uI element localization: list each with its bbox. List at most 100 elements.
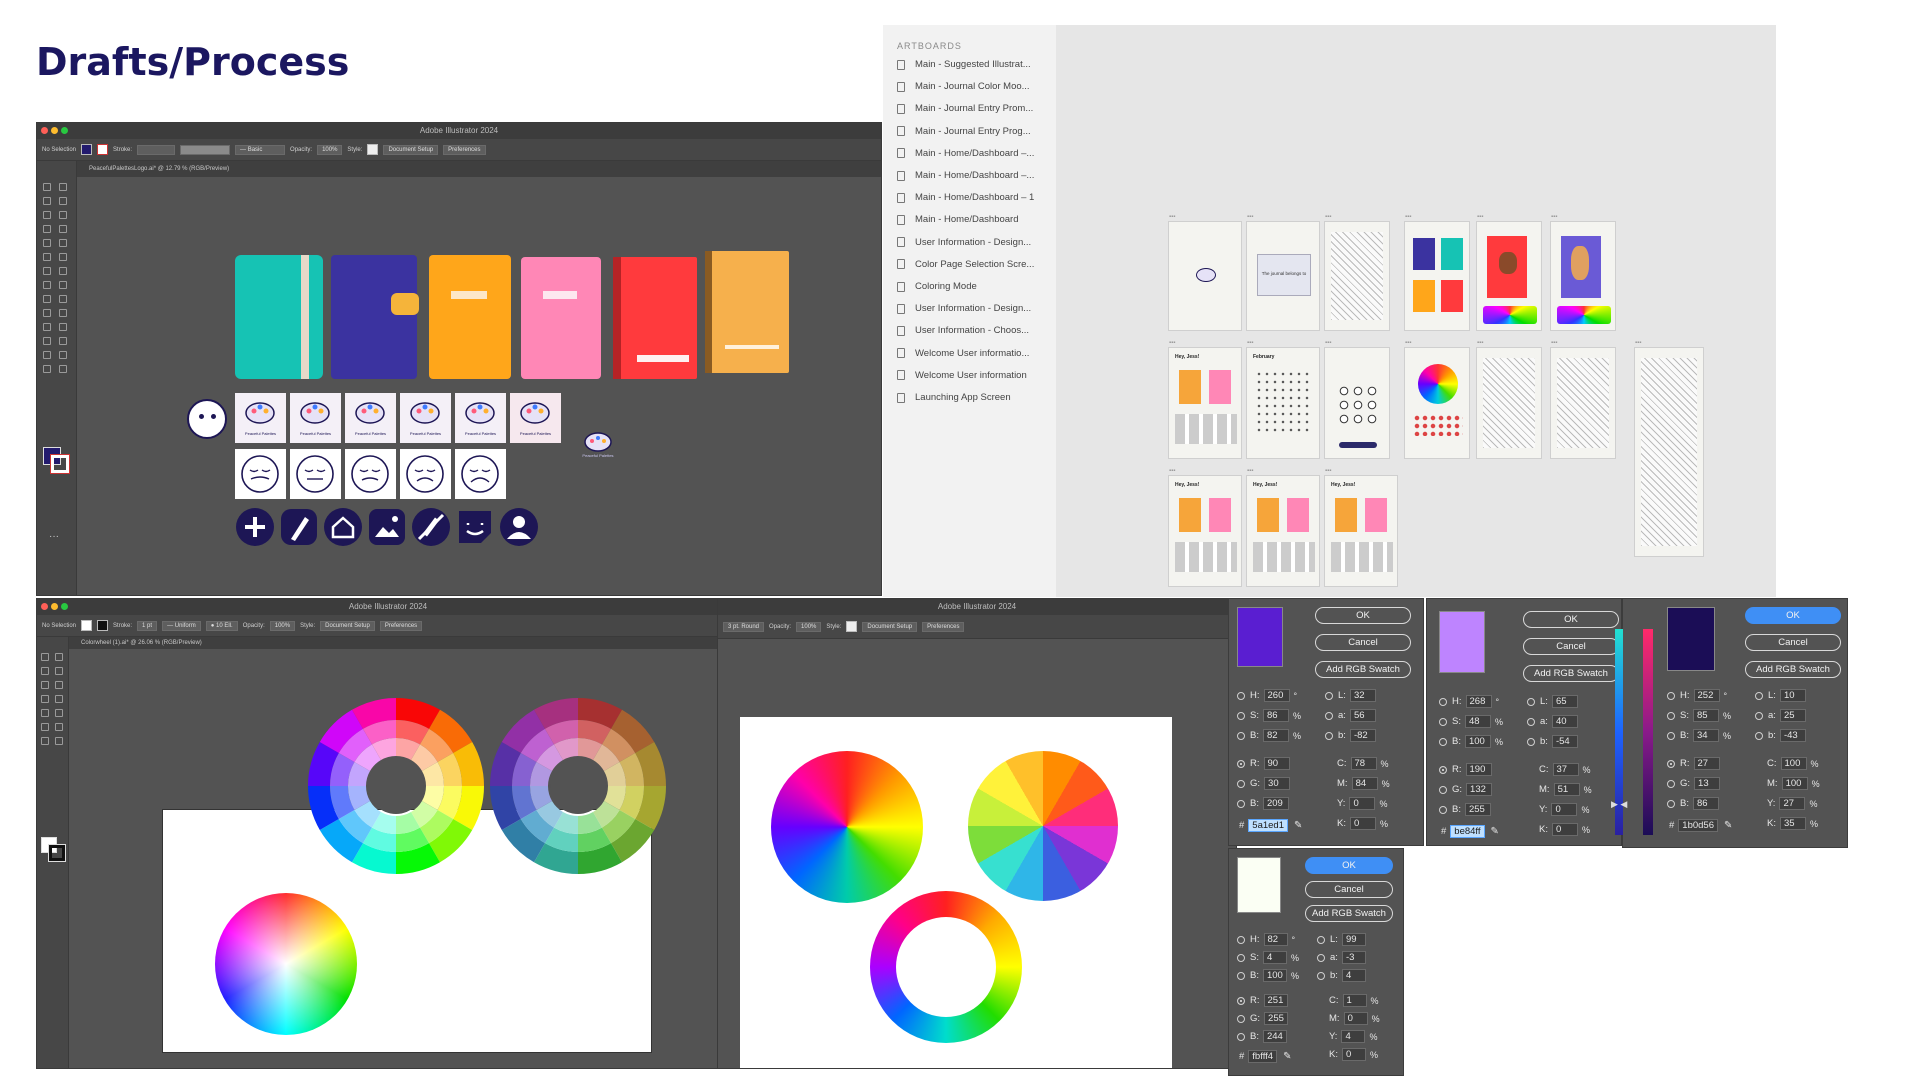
free-transform-tool-icon[interactable]	[59, 281, 67, 289]
artboard-list-item[interactable]: Main - Journal Entry Prom...	[897, 103, 1033, 114]
artboard-thumbnail[interactable]: ▪▪▪	[1324, 214, 1390, 331]
cyan-field[interactable]: C: 37%	[1539, 763, 1591, 776]
eraser-tool-icon[interactable]	[41, 695, 49, 703]
yellow-field[interactable]: Y: 27%	[1767, 797, 1817, 810]
brightness-field[interactable]: B: 100%	[1439, 735, 1503, 748]
selection-tool-icon[interactable]	[43, 183, 51, 191]
fill-swatch[interactable]	[81, 620, 93, 631]
document-setup-button[interactable]: Document Setup	[862, 621, 918, 632]
red-field[interactable]: R: 251	[1237, 994, 1288, 1008]
artboard-list-item[interactable]: Color Page Selection Scre...	[897, 259, 1034, 270]
field-value[interactable]: 99	[1341, 933, 1366, 946]
stroke-brush-field[interactable]: 3 pt. Round	[723, 621, 765, 632]
selection-tool-icon[interactable]	[41, 653, 49, 661]
radio-button[interactable]	[1667, 711, 1675, 720]
rectangle-tool-icon[interactable]	[43, 239, 51, 247]
field-value[interactable]: -3	[1341, 951, 1366, 964]
artboard-tool-icon[interactable]	[43, 351, 51, 359]
close-window-button[interactable]	[41, 603, 48, 610]
add-rgb-swatch-button[interactable]: Add RGB Swatch	[1315, 661, 1411, 678]
lab-b-field[interactable]: b: 4	[1317, 969, 1366, 982]
field-value[interactable]: 0	[1343, 1012, 1368, 1026]
hex-field[interactable]: # be84ff ✎	[1441, 825, 1499, 838]
shape-builder-tool-icon[interactable]	[55, 709, 63, 717]
black-field[interactable]: K: 0%	[1329, 1048, 1378, 1062]
green-field[interactable]: G: 13	[1667, 777, 1721, 790]
stroke-swatch[interactable]	[97, 144, 109, 155]
black-field[interactable]: K: 0%	[1539, 823, 1590, 836]
rectangle-tool-icon[interactable]	[41, 681, 49, 689]
lab-l-field[interactable]: L: 32	[1325, 689, 1376, 702]
zoom-tool-icon[interactable]	[59, 365, 67, 373]
artboard-list-item[interactable]: User Information - Choos...	[897, 325, 1029, 336]
eyedropper-tool-icon[interactable]	[43, 323, 51, 331]
radio-button[interactable]	[1317, 971, 1325, 980]
artboard-list-item[interactable]: User Information - Design...	[897, 303, 1031, 314]
artboard-thumbnail[interactable]: ▪▪▪	[1634, 340, 1704, 557]
add-rgb-swatch-button[interactable]: Add RGB Swatch	[1305, 905, 1393, 922]
artboard-list-item[interactable]: Main - Home/Dashboard – 1	[897, 192, 1034, 203]
brush-field[interactable]: ● 10 Ell.	[205, 620, 238, 631]
artboard-thumbnail[interactable]: ▪▪▪	[1168, 214, 1242, 331]
radio-button[interactable]	[1527, 717, 1535, 726]
field-value[interactable]: 209	[1262, 797, 1289, 810]
radio-button[interactable]	[1237, 731, 1245, 740]
artboard-list-item[interactable]: Main - Suggested Illustrat...	[897, 59, 1031, 70]
curvature-tool-icon[interactable]	[59, 211, 67, 219]
brightness-slider[interactable]	[1643, 629, 1653, 835]
radio-button[interactable]	[1237, 996, 1245, 1005]
column-graph-tool-icon[interactable]	[59, 337, 67, 345]
document-tab[interactable]: Colorwheel (1).ai* @ 26.06 % (RGB/Previe…	[69, 637, 739, 649]
brightness-field[interactable]: B: 82%	[1237, 729, 1301, 742]
rotate-tool-icon[interactable]	[43, 267, 51, 275]
field-value[interactable]: 10	[1779, 689, 1806, 702]
artboard-thumbnail[interactable]: ▪▪▪ Hey, Jess!	[1168, 468, 1242, 587]
eyedropper-icon[interactable]: ✎	[1491, 826, 1499, 837]
blend-tool-icon[interactable]	[59, 323, 67, 331]
radio-button[interactable]	[1439, 717, 1447, 726]
preferences-button[interactable]: Preferences	[922, 621, 965, 632]
lab-l-field[interactable]: L: 10	[1755, 689, 1806, 702]
field-value[interactable]: 51	[1553, 783, 1580, 796]
add-rgb-swatch-button[interactable]: Add RGB Swatch	[1745, 661, 1841, 678]
lab-a-field[interactable]: a: 25	[1755, 709, 1806, 722]
field-value[interactable]: 65	[1551, 695, 1578, 708]
field-value[interactable]: 100	[1780, 757, 1807, 770]
line-tool-icon[interactable]	[59, 225, 67, 233]
radio-button[interactable]	[1237, 1032, 1245, 1041]
document-setup-button[interactable]: Document Setup	[383, 144, 439, 155]
stroke-weight-field[interactable]: 1 pt	[137, 620, 158, 631]
shape-builder-tool-icon[interactable]	[43, 295, 51, 303]
saturation-field[interactable]: S: 48%	[1439, 715, 1503, 728]
artboard-thumbnail[interactable]: ▪▪▪	[1404, 340, 1470, 459]
variable-width-field[interactable]	[180, 144, 231, 155]
direct-selection-tool-icon[interactable]	[55, 653, 63, 661]
hex-field[interactable]: #5a1ed1 ✎	[1239, 819, 1302, 832]
add-rgb-swatch-button[interactable]: Add RGB Swatch	[1523, 665, 1619, 682]
artboard-list-item[interactable]: Main - Journal Color Moo...	[897, 81, 1030, 92]
field-value[interactable]: 56	[1349, 709, 1376, 722]
radio-button[interactable]	[1325, 691, 1333, 700]
yellow-field[interactable]: Y: 0%	[1539, 803, 1589, 816]
radio-button[interactable]	[1439, 805, 1447, 814]
lab-a-field[interactable]: a: 56	[1325, 709, 1376, 722]
radio-button[interactable]	[1439, 785, 1447, 794]
field-value[interactable]: 85	[1692, 709, 1719, 722]
radio-button[interactable]	[1667, 799, 1675, 808]
radio-button[interactable]	[1317, 935, 1325, 944]
field-value[interactable]: 90	[1263, 757, 1290, 770]
field-value[interactable]: 100	[1262, 969, 1287, 982]
artboard-list-item[interactable]: Main - Home/Dashboard –...	[897, 148, 1034, 159]
field-value[interactable]: 86	[1692, 797, 1719, 810]
radio-button[interactable]	[1439, 737, 1447, 746]
artboard-list-item[interactable]: Welcome User informatio...	[897, 348, 1029, 359]
field-value[interactable]: 244	[1262, 1030, 1287, 1044]
field-value[interactable]: 78	[1350, 757, 1377, 770]
shaper-tool-icon[interactable]	[43, 253, 51, 261]
radio-button[interactable]	[1237, 935, 1245, 944]
field-value[interactable]: 260	[1263, 689, 1290, 702]
field-value[interactable]: 4	[1262, 951, 1287, 964]
artboard-thumbnail[interactable]: ▪▪▪	[1476, 214, 1542, 331]
field-value[interactable]: 100	[1464, 735, 1491, 748]
gradient-tool-icon[interactable]	[41, 723, 49, 731]
